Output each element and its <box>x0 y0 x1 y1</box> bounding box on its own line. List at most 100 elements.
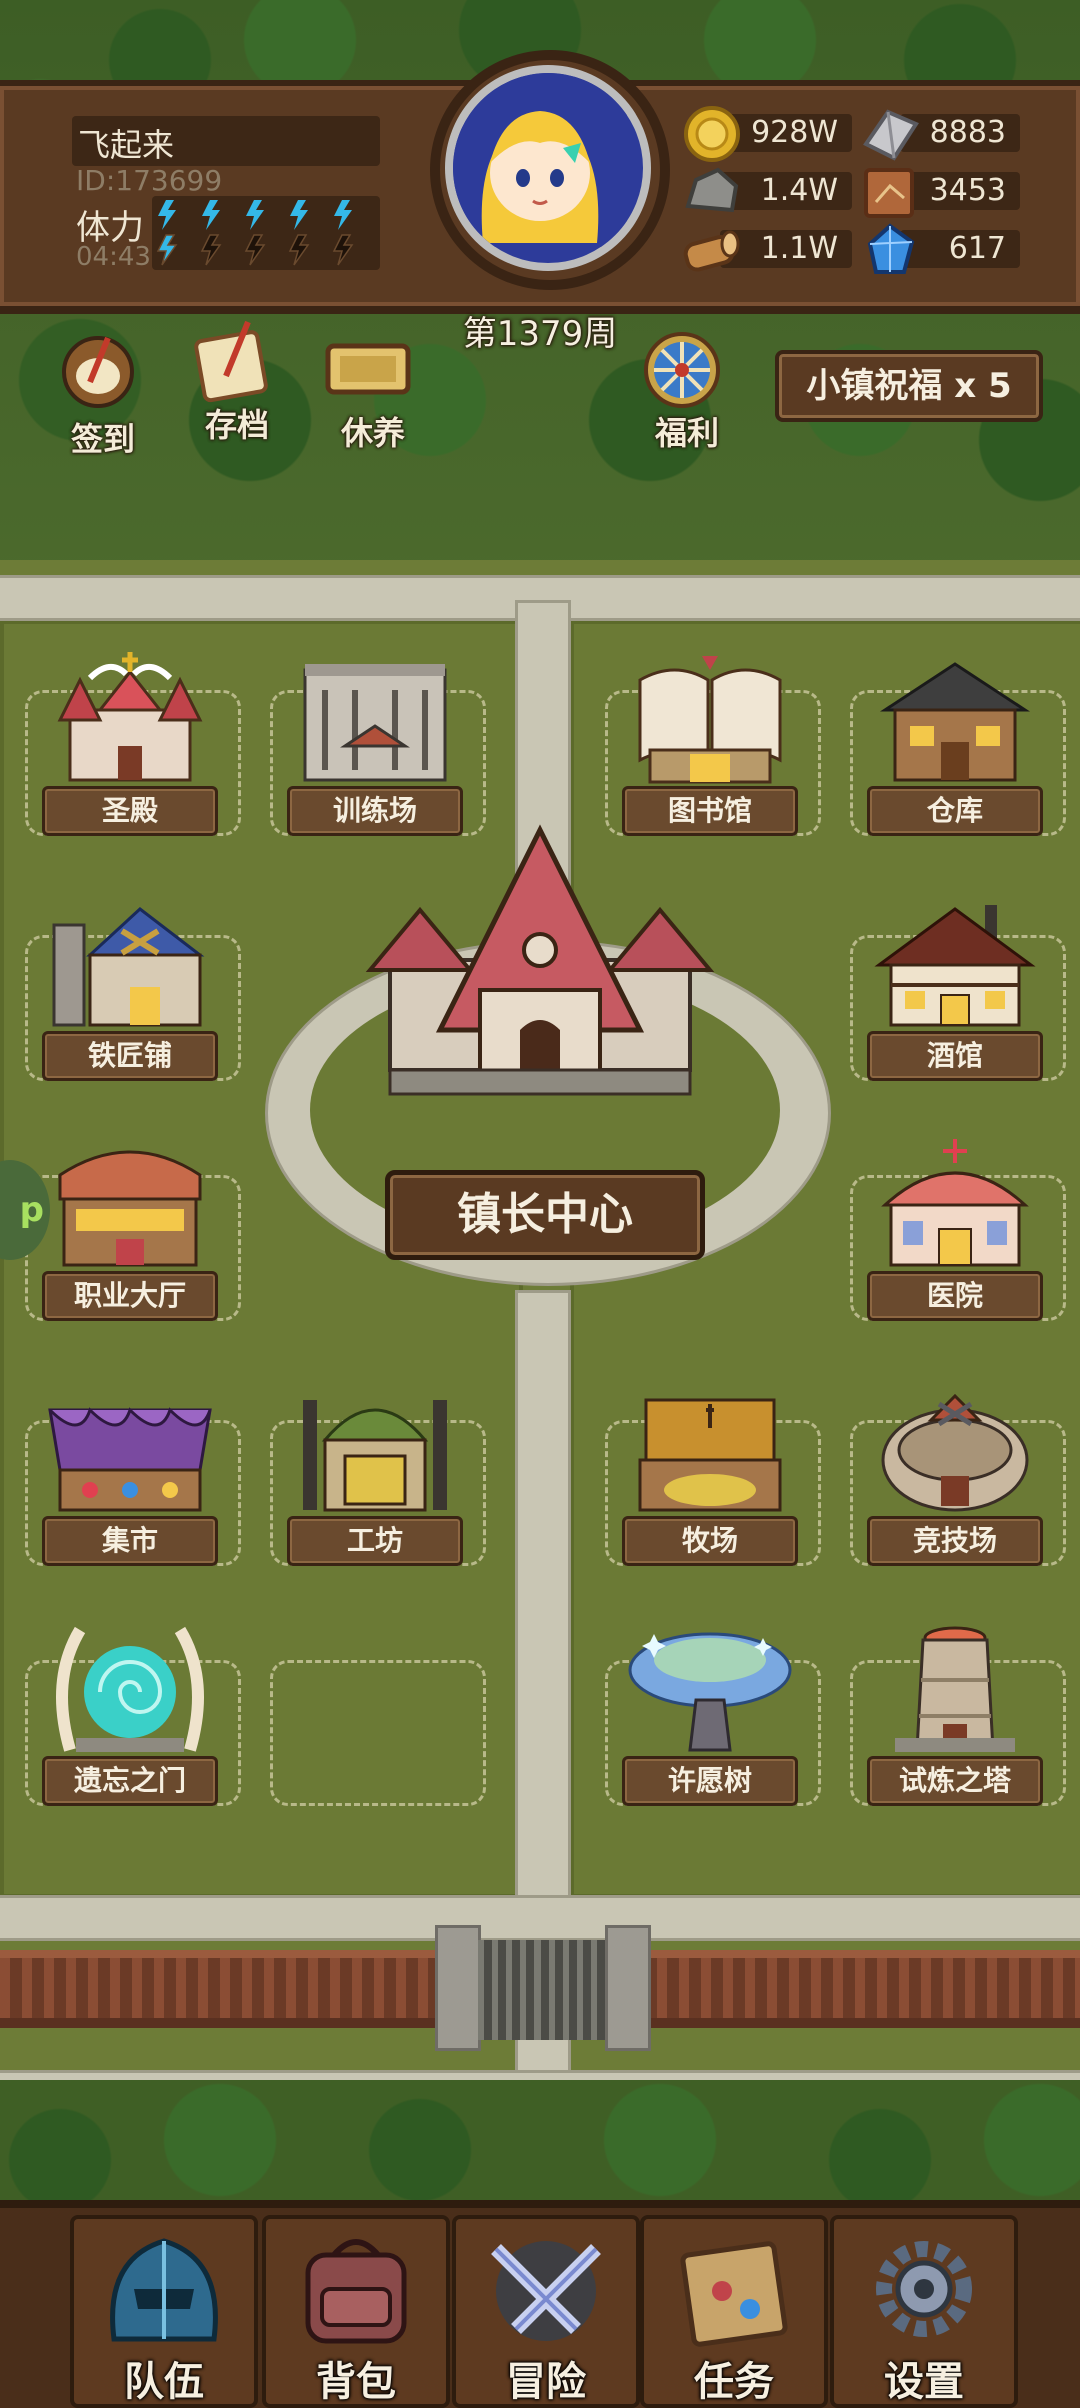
nav-settings-label: 设置 <box>884 2359 964 2405</box>
lightning-icon <box>334 200 352 230</box>
nav-quest-label: 任务 <box>694 2359 774 2405</box>
crystal-icon <box>867 223 915 274</box>
player-id: ID:173699 <box>76 164 223 197</box>
building-library[interactable]: 图书馆 <box>620 650 800 840</box>
welfare-label: 福利 <box>654 414 719 452</box>
building-arena[interactable]: 竞技场 <box>865 1380 1045 1570</box>
stamina-bolts-full <box>158 200 352 230</box>
holy-hall-label: 圣殿 <box>42 786 218 836</box>
stone-icon <box>685 167 739 213</box>
rest-button[interactable]: 休养 <box>318 326 428 452</box>
building-hospital[interactable]: 医院 <box>865 1135 1045 1325</box>
avatar-character-icon <box>453 73 627 247</box>
arena-icon <box>881 1393 1029 1512</box>
building-mayor-center[interactable] <box>360 820 720 1150</box>
blacksmith-icon <box>52 907 205 1027</box>
warehouse-icon <box>879 662 1031 782</box>
gold-coin-icon <box>684 106 740 162</box>
signin-label: 签到 <box>70 420 135 458</box>
mayor-center-icon <box>365 824 715 1096</box>
wish-tree-icon <box>628 1632 792 1752</box>
rest-label: 休养 <box>340 414 405 452</box>
save-button[interactable]: 存档 <box>182 316 292 444</box>
lightning-icon <box>288 234 310 266</box>
building-tavern[interactable]: 酒馆 <box>865 895 1045 1085</box>
welfare-button[interactable]: 福利 <box>632 326 742 452</box>
nav-bag-label: 背包 <box>316 2359 396 2405</box>
trial-tower-label: 试炼之塔 <box>867 1756 1043 1806</box>
empty-building-slot[interactable] <box>270 1660 486 1806</box>
iron-ingot-icon <box>863 109 919 161</box>
tavern-label: 酒馆 <box>867 1031 1043 1081</box>
lightning-icon <box>332 234 354 266</box>
avatar[interactable] <box>445 65 651 271</box>
wish-tree-label: 许愿树 <box>622 1756 798 1806</box>
lightning-icon <box>200 234 222 266</box>
stamina-timer: 04:43 <box>76 242 151 272</box>
building-workshop[interactable]: 工坊 <box>285 1380 465 1570</box>
mayor-center-label[interactable]: 镇长中心 <box>385 1170 705 1260</box>
quest-scroll-icon <box>680 2241 788 2347</box>
ranch-icon <box>638 1398 782 1512</box>
market-label: 集市 <box>42 1516 218 1566</box>
hospital-icon <box>881 1139 1029 1267</box>
trial-tower-icon <box>895 1626 1015 1752</box>
lightning-icon <box>244 234 266 266</box>
wood-log-icon <box>683 230 740 272</box>
building-training-ground[interactable]: 训练场 <box>285 650 465 840</box>
tavern-icon <box>874 905 1036 1027</box>
nav-team-button[interactable]: 队伍 <box>70 2215 258 2408</box>
building-trial-tower[interactable]: 试炼之塔 <box>865 1620 1045 1810</box>
signin-button[interactable]: 签到 <box>48 330 158 458</box>
lightning-icon <box>290 200 308 230</box>
signin-quill-icon <box>62 336 134 408</box>
job-hall-icon <box>58 1150 202 1267</box>
town-blessing-badge[interactable]: 小镇祝福 x 5 <box>775 350 1043 422</box>
lightning-icon <box>202 200 220 230</box>
warehouse-label: 仓库 <box>867 786 1043 836</box>
helmet-icon <box>110 2238 218 2342</box>
nav-bag-button[interactable]: 背包 <box>262 2215 450 2408</box>
market-tent-icon <box>48 1407 212 1512</box>
week-counter: 第1379周 <box>462 314 618 354</box>
crossed-swords-icon <box>491 2241 601 2341</box>
welfare-wheel-icon <box>644 332 720 408</box>
forgotten-gate-label: 遗忘之门 <box>42 1756 218 1806</box>
workshop-icon <box>303 1400 447 1512</box>
holy-hall-icon <box>57 652 203 782</box>
nav-adventure-label: 冒险 <box>506 2359 586 2405</box>
fence-right <box>635 1950 1080 2028</box>
forest-bottom <box>0 2080 1080 2220</box>
map-scroll-icon <box>864 168 914 218</box>
building-forgotten-gate[interactable]: 遗忘之门 <box>40 1620 220 1810</box>
nav-adventure-button[interactable]: 冒险 <box>452 2215 640 2408</box>
lightning-icon <box>156 234 178 266</box>
player-name: 飞起来 <box>78 126 175 164</box>
nav-quest-button[interactable]: 任务 <box>640 2215 828 2408</box>
forgotten-gate-portal-icon <box>56 1626 204 1752</box>
building-holy-hall[interactable]: 圣殿 <box>40 650 220 840</box>
nav-settings-button[interactable]: 设置 <box>830 2215 1018 2408</box>
save-scroll-icon <box>194 320 268 403</box>
ranch-label: 牧场 <box>622 1516 798 1566</box>
training-ground-icon <box>303 664 447 782</box>
stamina-bolts-empty <box>156 234 354 266</box>
building-blacksmith[interactable]: 铁匠铺 <box>40 895 220 1085</box>
building-ranch[interactable]: 牧场 <box>620 1380 800 1570</box>
road-bottom <box>0 1895 1080 1941</box>
job-hall-label: 职业大厅 <box>42 1271 218 1321</box>
gate-right <box>535 1940 605 2040</box>
fence-left <box>0 1950 445 2028</box>
workshop-label: 工坊 <box>287 1516 463 1566</box>
building-job-hall[interactable]: 职业大厅 <box>40 1135 220 1325</box>
building-wish-tree[interactable]: 许愿树 <box>620 1620 800 1810</box>
gate-post-right <box>605 1925 651 2051</box>
backpack-icon <box>305 2239 407 2344</box>
arena-label: 竞技场 <box>867 1516 1043 1566</box>
gear-icon <box>876 2241 972 2337</box>
building-market[interactable]: 集市 <box>40 1380 220 1570</box>
gate-post-left <box>435 1925 481 2051</box>
player-name-field: 飞起来 <box>72 116 380 166</box>
building-warehouse[interactable]: 仓库 <box>865 650 1045 840</box>
library-book-icon <box>638 656 782 784</box>
